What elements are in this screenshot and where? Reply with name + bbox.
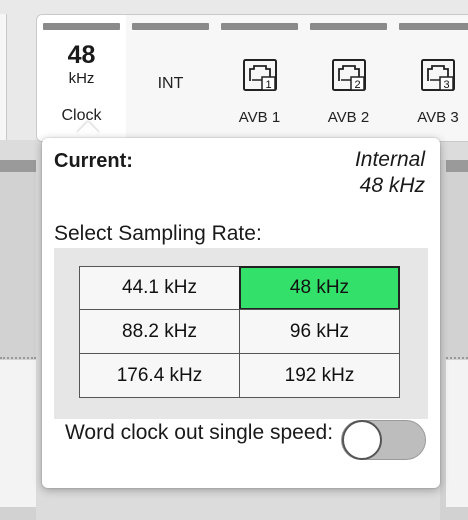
rate-button-96[interactable]: 96 kHz [239, 309, 400, 354]
clock-source-avb-2[interactable]: 2 AVB 2 [304, 15, 394, 141]
segment-cap [221, 23, 298, 30]
segment-cap [399, 23, 468, 30]
rate-button-44-1[interactable]: 44.1 kHz [79, 266, 240, 310]
rate-button-192[interactable]: 192 kHz [239, 353, 400, 398]
current-source-value: Internal [354, 148, 425, 171]
segment-cap [310, 23, 387, 30]
clock-rate-value: 48 [67, 41, 96, 69]
clock-source-label: AVB 2 [327, 109, 370, 126]
port-number: 2 [354, 79, 360, 91]
word-clock-single-speed-toggle[interactable] [341, 420, 426, 460]
clock-rate-unit: kHz [68, 70, 95, 87]
select-sampling-rate-heading: Select Sampling Rate: [54, 222, 262, 245]
rate-button-176-4[interactable]: 176.4 kHz [79, 353, 240, 398]
clock-source-label: INT [157, 75, 184, 92]
rate-button-48[interactable]: 48 kHz [239, 266, 400, 310]
clock-source-avb-1[interactable]: 1 AVB 1 [215, 15, 305, 141]
clock-toolbar: 48 kHz Clock INT 1 AVB 1 2 AVB 2 3 AVB 3 [0, 0, 468, 142]
clock-source-label: AVB 1 [238, 109, 281, 126]
clock-rate-button[interactable]: 48 kHz Clock [37, 15, 127, 141]
segment-cap [132, 23, 209, 30]
rate-button-88-2[interactable]: 88.2 kHz [79, 309, 240, 354]
port-number: 3 [443, 79, 449, 91]
background-divider [446, 357, 468, 361]
sampling-rate-popover: Current: Internal 48 kHz Select Sampling… [42, 138, 440, 488]
background-strip-body [0, 360, 36, 507]
network-port-icon: 2 [331, 59, 366, 91]
segment-cap [43, 23, 120, 30]
word-clock-single-speed-label: Word clock out single speed: [64, 421, 334, 444]
toggle-knob [342, 420, 382, 460]
clock-source-avb-3[interactable]: 3 AVB 3 [393, 15, 468, 141]
background-divider [0, 357, 36, 361]
sampling-rate-panel: 44.1 kHz 48 kHz 88.2 kHz 96 kHz 176.4 kH… [54, 248, 428, 419]
clock-source-int[interactable]: INT [126, 15, 216, 141]
clock-source-label: AVB 3 [417, 109, 459, 126]
clock-label: Clock [61, 107, 102, 124]
current-label: Current: [54, 150, 133, 172]
sampling-rate-grid: 44.1 kHz 48 kHz 88.2 kHz 96 kHz 176.4 kH… [79, 266, 400, 398]
port-number: 1 [265, 79, 271, 91]
background-strip-body [446, 360, 468, 507]
network-port-icon: 1 [242, 59, 277, 91]
clock-source-segmented-control: 48 kHz Clock INT 1 AVB 1 2 AVB 2 3 AVB 3 [36, 14, 468, 142]
current-rate-value: 48 kHz [359, 174, 425, 197]
network-port-icon: 3 [421, 59, 455, 91]
toolbar-left-stub [0, 14, 7, 140]
